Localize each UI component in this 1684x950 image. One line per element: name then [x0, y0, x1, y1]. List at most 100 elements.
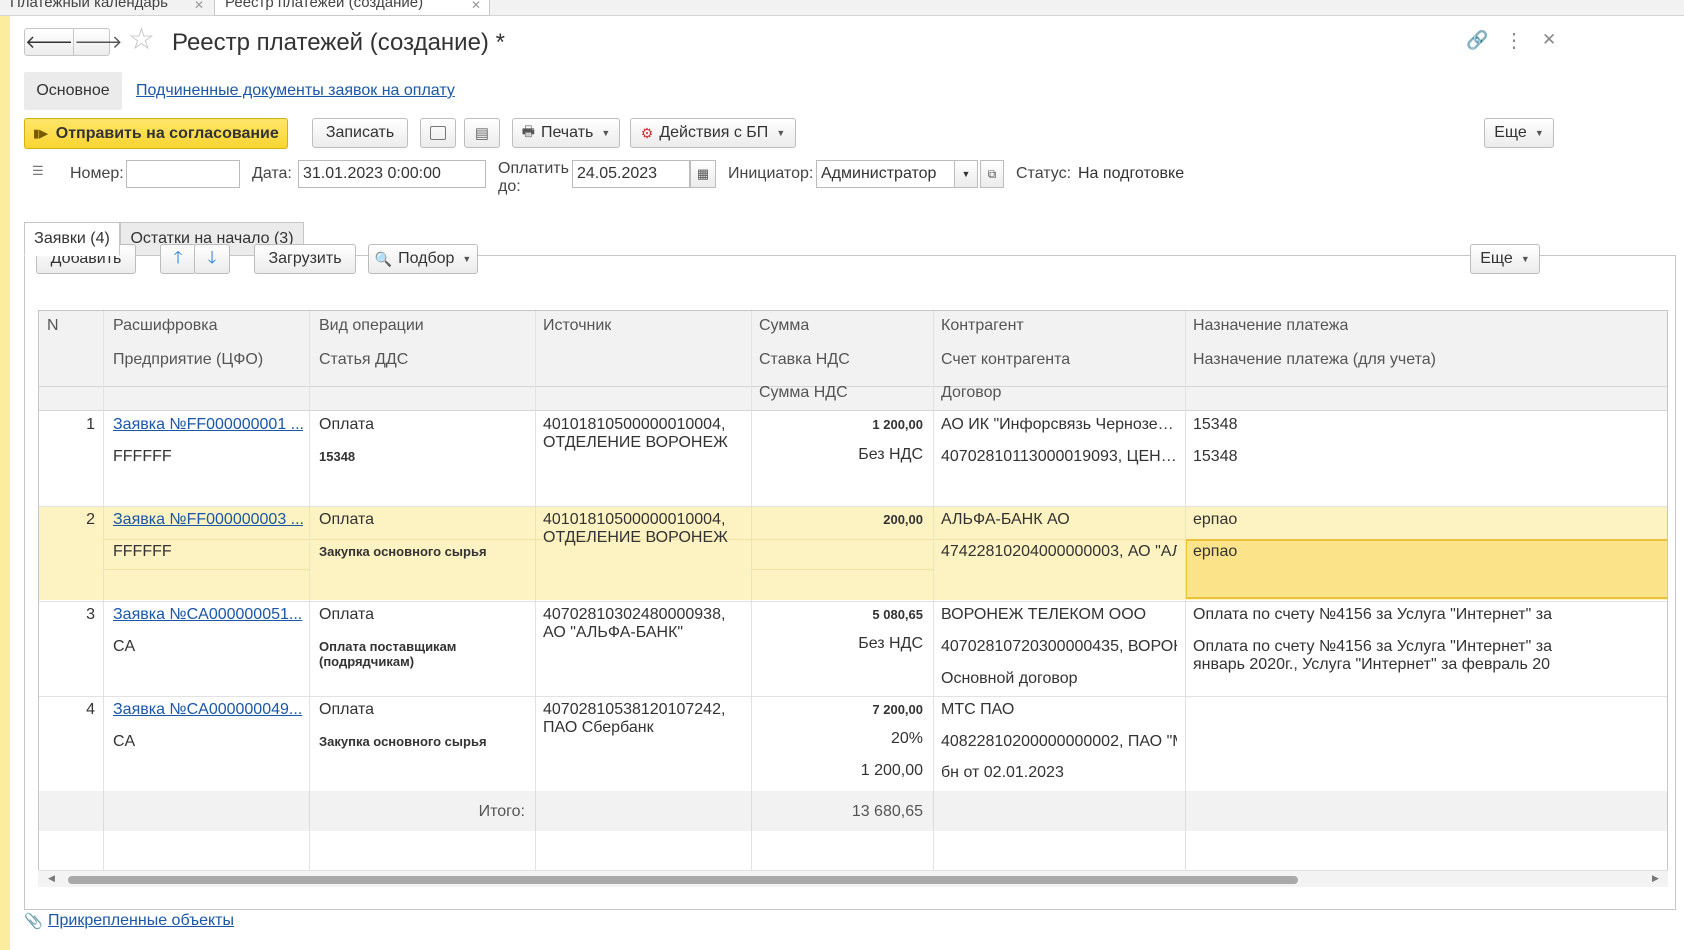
col-enterprise[interactable]: Предприятие (ЦФО): [113, 351, 263, 369]
back-button[interactable]: 🡐: [25, 29, 75, 55]
link-icon[interactable]: 🔗: [1466, 30, 1488, 51]
close-icon[interactable]: ✕: [1542, 30, 1556, 50]
move-up-button[interactable]: 🡑: [160, 244, 196, 274]
horizontal-scrollbar[interactable]: ◀ ▶: [38, 870, 1668, 887]
print-label: Печать: [540, 124, 594, 141]
col-contractor[interactable]: Контрагент: [941, 317, 1024, 335]
scroll-left-icon[interactable]: ◀: [48, 873, 55, 884]
chevron-down-icon: ▼: [601, 128, 611, 138]
col-vat-sum-label: Сумма НДС: [759, 384, 848, 401]
more-button[interactable]: Еще ▼: [1484, 118, 1554, 148]
app-tab-registry[interactable]: Реестр платежей (создание) ✕: [214, 0, 490, 16]
row-1-dds: 15348: [319, 449, 356, 464]
row-4-vat-sum: 1 200,00: [860, 762, 923, 779]
row-2-contractor: АЛЬФА-БАНК АО: [941, 511, 1070, 528]
print-button[interactable]: 🖶 Печать ▼: [512, 118, 620, 148]
col-purpose-acc[interactable]: Назначение платежа (для учета): [1193, 351, 1436, 369]
row-4-vat-rate: 20%: [890, 730, 923, 747]
page-title: Реестр платежей (создание) *: [172, 29, 505, 56]
table-header-band: [39, 387, 1667, 411]
col-decode[interactable]: Расшифровка: [113, 317, 218, 335]
row-3-vat-rate: Без НДС: [858, 635, 923, 652]
tab-requests[interactable]: Заявки (4): [24, 222, 120, 256]
save-button[interactable]: Записать: [312, 118, 408, 148]
total-sum: 13 680,65: [851, 803, 923, 820]
row-1-purpose: 15348: [1193, 416, 1238, 433]
initiator-field[interactable]: Администратор: [816, 160, 956, 188]
app-tab-label: Платежный календарь: [10, 0, 168, 11]
row-2-dds: Закупка основного сырья: [319, 544, 487, 559]
row-2-enterprise: FFFFFF: [113, 543, 172, 560]
row-3-n: 3: [86, 606, 95, 623]
col-source[interactable]: Источник: [543, 317, 611, 335]
send-for-approval-button[interactable]: ▮▶ Отправить на согласование: [24, 118, 288, 149]
list-icon[interactable]: ☰: [32, 163, 44, 179]
move-down-button[interactable]: 🡓: [194, 244, 230, 274]
row-2-sum: 200,00: [883, 512, 923, 527]
col-sum[interactable]: Сумма: [759, 317, 809, 335]
forward-button[interactable]: 🡒: [74, 29, 122, 55]
report-button[interactable]: ▤: [464, 118, 500, 148]
app-tab-payment-calendar[interactable]: Платежный календарь ✕: [0, 0, 212, 16]
row-1-source-line1: 40101810500000010004,: [543, 416, 726, 433]
scrollbar-thumb[interactable]: [68, 876, 1298, 884]
report-icon: ▤: [474, 125, 490, 142]
row-2-purpose: ерпао: [1193, 511, 1238, 528]
row-4-request-link[interactable]: Заявка №CA000000049...: [113, 701, 303, 719]
requests-table: N Расшифровка Предприятие (ЦФО) Вид опер…: [38, 310, 1668, 887]
total-label: Итого:: [478, 803, 525, 820]
number-field[interactable]: [126, 160, 240, 188]
row-3-request-link[interactable]: Заявка №CA000000051...: [113, 606, 303, 624]
date-label: Дата:: [252, 165, 292, 182]
pay-by-label: Оплатить до:: [498, 160, 569, 196]
initiator-dropdown-button[interactable]: ▼: [954, 160, 978, 188]
subnav-main[interactable]: Основное: [24, 72, 122, 110]
bp-actions-button[interactable]: ⚙ Действия с БП ▼: [630, 118, 796, 148]
printer-icon: 🖶: [521, 123, 535, 139]
send-icon: ▮▶: [33, 128, 48, 140]
calendar-button[interactable]: ▦: [690, 160, 716, 188]
table-more-button[interactable]: Еще ▼: [1470, 244, 1540, 274]
arrow-left-icon: 🡐: [25, 31, 74, 52]
post-button[interactable]: [420, 118, 456, 148]
scroll-right-icon[interactable]: ▶: [1652, 873, 1659, 884]
row-4-contractor: МТС ПАО: [941, 701, 1015, 718]
chevron-down-icon: ▼: [961, 169, 971, 179]
favorite-star-icon[interactable]: ☆: [128, 25, 155, 55]
row-1-request-link[interactable]: Заявка №FF000000001 ...: [113, 416, 303, 434]
col-dds[interactable]: Статья ДДС: [319, 351, 408, 369]
subnav-subordinate-docs-link[interactable]: Подчиненные документы заявок на оплату: [136, 82, 455, 100]
row-4-enterprise: CA: [113, 733, 136, 750]
row-2-n: 2: [86, 511, 95, 528]
initiator-open-button[interactable]: ⧉: [980, 160, 1004, 188]
col-op-type[interactable]: Вид операции: [319, 317, 424, 335]
col-purpose[interactable]: Назначение платежа: [1193, 317, 1348, 335]
row-2-request-link[interactable]: Заявка №FF000000003 ...: [113, 511, 303, 529]
row-4-op-type: Оплата: [319, 701, 375, 718]
attached-objects-link[interactable]: Прикрепленные объекты: [48, 912, 234, 930]
calendar-icon: ▦: [696, 166, 710, 181]
pay-by-label-line2: до:: [498, 178, 521, 195]
close-icon[interactable]: ✕: [194, 0, 204, 12]
col-vat-rate[interactable]: Ставка НДС: [759, 351, 850, 369]
row-4-sum: 7 200,00: [872, 702, 923, 717]
row-1-purpose-acc: 15348: [1193, 448, 1238, 465]
close-icon[interactable]: ✕: [471, 0, 481, 12]
initiator-label: Инициатор:: [728, 165, 814, 182]
process-icon: ⚙: [640, 124, 654, 141]
more-vertical-icon[interactable]: ⋮: [1504, 28, 1524, 53]
number-label: Номер:: [70, 165, 124, 182]
col-n[interactable]: N: [47, 317, 59, 335]
selected-cell[interactable]: [1185, 539, 1667, 599]
load-button[interactable]: Загрузить: [254, 244, 356, 274]
pay-by-field[interactable]: 24.05.2023: [572, 160, 690, 188]
arrow-up-icon: 🡑: [173, 247, 183, 267]
row-1-enterprise: FFFFFF: [113, 448, 172, 465]
row-1-source-line2: ОТДЕЛЕНИЕ ВОРОНЕЖ: [543, 434, 728, 451]
pick-button[interactable]: 🔍 Подбор ▼: [368, 244, 478, 274]
col-contractor-account[interactable]: Счет контрагента: [941, 351, 1070, 369]
row-2-purpose-acc[interactable]: ерпао: [1193, 543, 1237, 561]
date-field[interactable]: 31.01.2023 0:00:00: [298, 160, 486, 188]
pick-label: Подбор: [398, 250, 455, 267]
save-label: Записать: [325, 124, 395, 141]
